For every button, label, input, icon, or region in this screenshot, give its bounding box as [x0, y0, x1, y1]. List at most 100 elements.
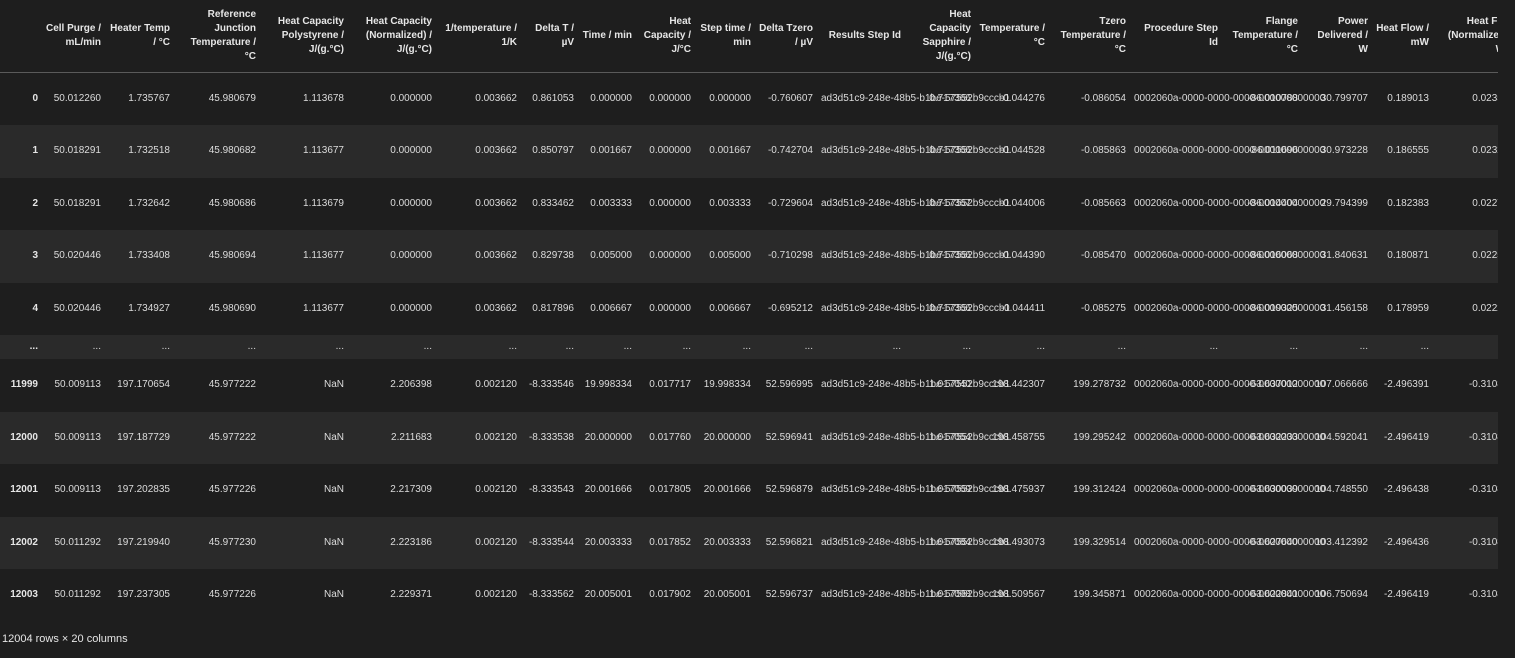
table-cell: -0.085663 — [1080, 197, 1126, 209]
column-header: Heat Capacity Sapphire / J/(g.°C) — [905, 0, 975, 73]
table-cell: ad3d51c9-248e-48b5-b1be-57552b9cccb1 — [821, 379, 1011, 391]
row-index: 0 — [32, 93, 38, 104]
column-header: Step time / min — [695, 0, 755, 73]
table-cell: 0.000000 — [649, 145, 691, 157]
table-cell: 0.833462 — [532, 197, 574, 209]
row-index: 11999 — [10, 379, 38, 391]
vertical-scrollbar[interactable] — [1498, 0, 1515, 658]
table-cell: ... — [1289, 341, 1298, 352]
table-cell: -8.333562 — [528, 589, 574, 601]
table-cell: 0.017805 — [649, 484, 691, 496]
table-cell: 45.977222 — [208, 431, 256, 443]
table-cell: 1.735767 — [128, 93, 170, 104]
table-cell: 50.018291 — [53, 145, 101, 157]
table-cell: 0002060a-0000-0000-0000-000000000000 — [1134, 197, 1326, 209]
table-cell: 50.011292 — [54, 589, 101, 601]
table-cell: 0002060a-0000-0000-0000-000000000000 — [1134, 93, 1326, 104]
column-header: Heater Temp / °C — [105, 0, 174, 73]
table-cell: 50.018291 — [53, 197, 101, 209]
column-header: 1/temperature / 1/K — [436, 0, 521, 73]
table-cell: ... — [804, 341, 813, 352]
table-cell: 52.596879 — [765, 484, 813, 496]
header-row: Cell Purge / mL/min Heater Temp / °C Refer… — [0, 0, 1515, 73]
table-cell: 52.596941 — [765, 431, 813, 443]
table-cell: 0.000000 — [709, 93, 751, 104]
table-cell: 0.003333 — [709, 197, 751, 209]
table-cell: ... — [92, 341, 101, 352]
table-cell: 0.000000 — [390, 197, 432, 209]
table-cell: 0.017760 — [649, 431, 691, 443]
table-cell: 45.980694 — [208, 250, 256, 262]
table-cell: 0.002120 — [475, 484, 517, 496]
table-cell: 45.980686 — [208, 197, 256, 209]
table-cell: 0002060a-0000-0000-0000-000000000000 — [1134, 302, 1326, 314]
table-cell: 199.295242 — [1073, 431, 1126, 443]
dataframe-shape-caption: 12004 rows × 20 columns — [2, 633, 128, 645]
table-cell: 45.977226 — [208, 484, 256, 496]
table-cell: 2.229371 — [390, 589, 432, 601]
dataframe-table: Cell Purge / mL/min Heater Temp / °C Refer… — [0, 0, 1515, 622]
row-index: 12003 — [10, 589, 38, 601]
table-cell: 197.170654 — [117, 379, 170, 391]
table-cell: 0.017717 — [649, 379, 691, 391]
table-cell: 0.817896 — [532, 302, 574, 314]
row-index: 1 — [32, 145, 38, 157]
table-cell: ad3d51c9-248e-48b5-b1be-57552b9cccb1 — [821, 484, 1011, 496]
column-header: Reference Junction Temperature / °C — [174, 0, 260, 73]
column-header: Power Delivered / W — [1302, 0, 1372, 73]
table-cell: 0.003662 — [475, 93, 517, 104]
table-cell: 20.000000 — [584, 431, 632, 443]
table-cell: 0.002120 — [475, 379, 517, 391]
table-cell: 2.211683 — [391, 431, 432, 443]
table-cell: ad3d51c9-248e-48b5-b1be-57552b9cccb1 — [821, 536, 1011, 548]
table-cell: 50.020446 — [53, 250, 101, 262]
table-cell: 20.003333 — [584, 536, 632, 548]
ellipsis-row: ........................................… — [0, 335, 1515, 359]
row-index: 2 — [32, 197, 38, 209]
column-header: Delta T / µV — [521, 0, 578, 73]
table-cell: 199.345871 — [1073, 589, 1126, 601]
column-header: Temperature / °C — [975, 0, 1049, 73]
column-header: Heat Capacity / J/°C — [636, 0, 695, 73]
table-cell: ... — [161, 341, 170, 352]
table-cell: 197.202835 — [117, 484, 170, 496]
table-cell: 0002060a-0000-0000-0000-000000000000 — [1134, 145, 1326, 157]
table-cell: 20.005001 — [584, 589, 632, 601]
table-cell: 0.000000 — [390, 250, 432, 262]
column-header: Heat Flow / mW — [1372, 0, 1433, 73]
table-cell: 197.187729 — [117, 431, 170, 443]
table-cell: 197.219940 — [117, 536, 170, 548]
notebook-output-area: Cell Purge / mL/min Heater Temp / °C Refer… — [0, 0, 1515, 658]
table-cell: 50.020446 — [53, 302, 101, 314]
row-index: 3 — [32, 250, 38, 262]
table-cell: -0.760607 — [767, 93, 813, 104]
table-cell: 2.223186 — [390, 536, 432, 548]
table-cell: 0.000000 — [649, 302, 691, 314]
table-cell: 50.011292 — [54, 536, 101, 548]
table-cell: 1.113677 — [303, 302, 344, 314]
table-cell: 0.002120 — [475, 431, 517, 443]
table-cell: -2.496391 — [1383, 379, 1429, 391]
table-cell: -0.742704 — [767, 145, 813, 157]
table-cell: 0.000000 — [390, 302, 432, 314]
table-cell: -0.729604 — [767, 197, 813, 209]
table-cell: -0.085470 — [1080, 250, 1126, 262]
table-cell: 1.732518 — [128, 145, 170, 157]
table-cell: 0.189013 — [1387, 93, 1429, 104]
table-cell: ad3d51c9-248e-48b5-b1be-57552b9cccb1 — [821, 93, 1011, 104]
table-cell: -8.333543 — [528, 484, 574, 496]
table-cell: 0.000000 — [590, 93, 632, 104]
table-cell: 50.012260 — [53, 93, 101, 104]
table-cell: 0.186555 — [1387, 145, 1429, 157]
table-cell: 197.237305 — [117, 589, 170, 601]
table-cell: ad3d51c9-248e-48b5-b1be-57552b9cccb1 — [821, 302, 1011, 314]
table-cell: 0.000000 — [649, 93, 691, 104]
index-header — [0, 0, 42, 73]
table-cell: 0.005000 — [590, 250, 632, 262]
table-cell: 0.003662 — [475, 197, 517, 209]
table-cell: NaN — [323, 431, 344, 443]
table-cell: 0.017852 — [649, 536, 691, 548]
table-cell: ad3d51c9-248e-48b5-b1be-57552b9cccb1 — [821, 197, 1011, 209]
table-row: 0 50.012260 1.735767 45.980679 1.113678 0.000… — [0, 72, 1515, 125]
table-cell: 45.980679 — [208, 93, 256, 104]
